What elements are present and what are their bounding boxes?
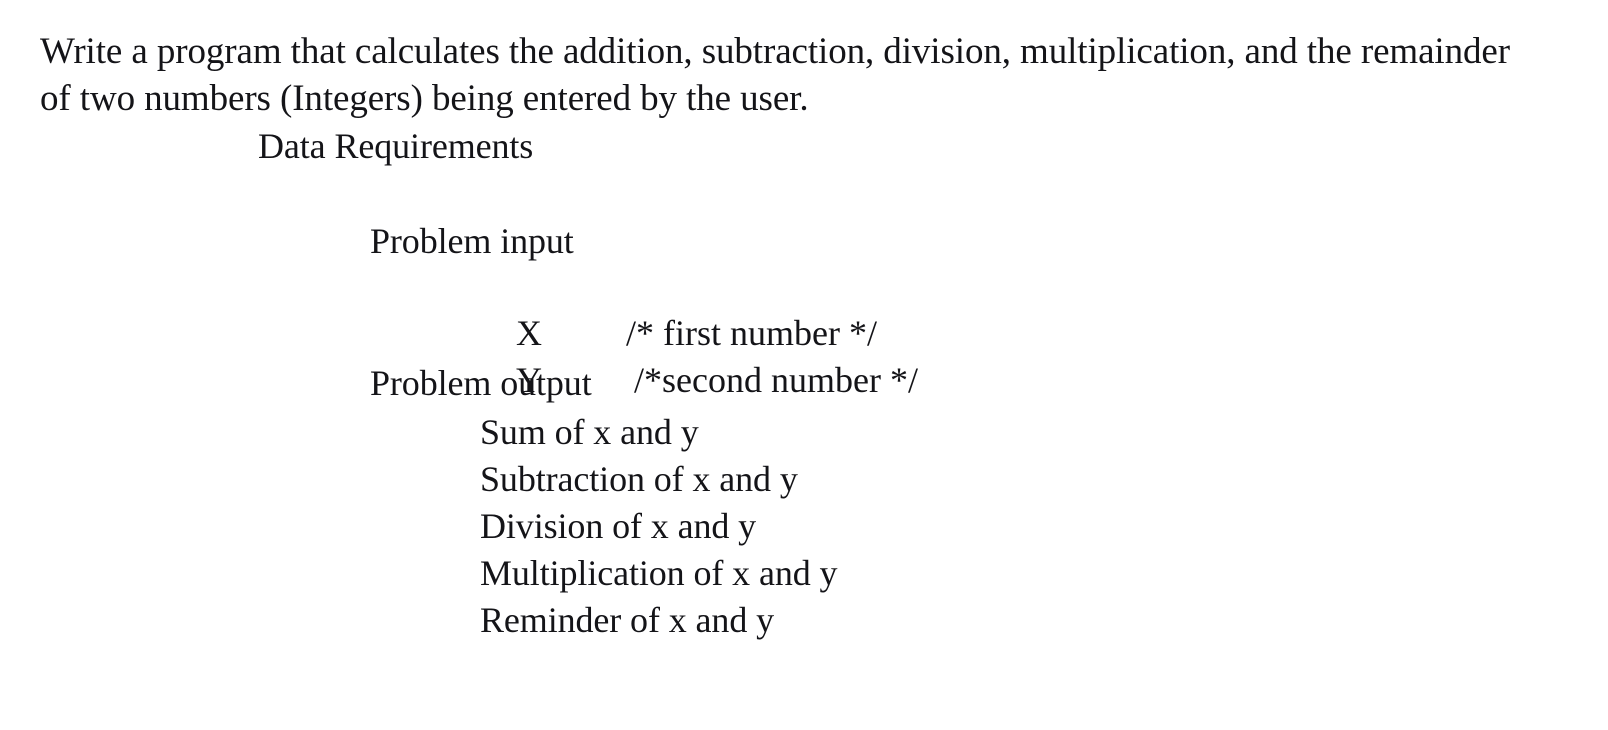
group-label-problem-output: Problem output [370,363,592,403]
output-item: Subtraction of x and y [480,459,798,499]
document-page: Write a program that calculates the addi… [0,0,1608,730]
output-item: Sum of x and y [480,412,699,452]
output-item: Reminder of x and y [480,600,775,640]
output-item: Division of x and y [480,506,757,546]
intro-paragraph-line-2: of two numbers (Integers) being entered … [40,78,809,119]
section-heading-data-requirements: Data Requirements [258,126,534,166]
group-label-problem-input: Problem input [370,221,574,261]
variable-comment-y: /*second number */ [634,360,918,400]
output-item: Multiplication of x and y [480,553,838,593]
intro-paragraph-line-1: Write a program that calculates the addi… [40,31,1510,72]
